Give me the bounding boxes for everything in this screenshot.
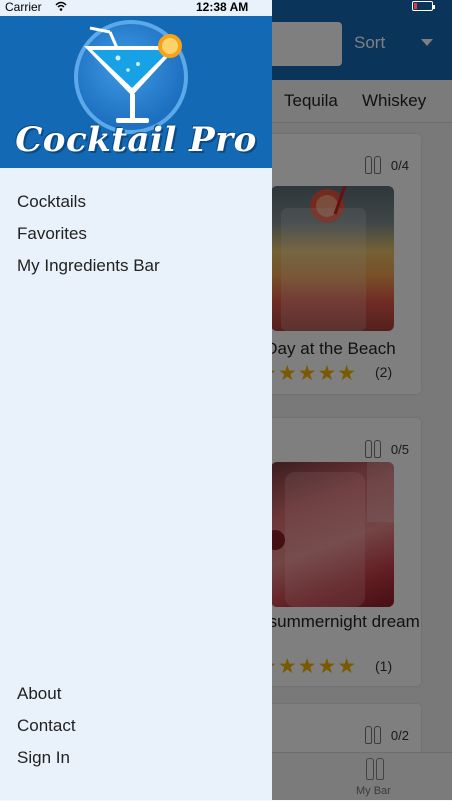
clock: 12:38 AM: [196, 0, 249, 14]
status-bar: Carrier 12:38 AM: [0, 0, 452, 16]
wifi-icon: [55, 1, 67, 11]
menu-item-cocktails[interactable]: Cocktails: [17, 192, 86, 212]
menu-item-contact[interactable]: Contact: [17, 716, 76, 736]
menu-item-about[interactable]: About: [17, 684, 61, 704]
menu-item-sign-in[interactable]: Sign In: [17, 748, 70, 768]
menu-item-my-ingredients-bar[interactable]: My Ingredients Bar: [17, 256, 160, 276]
menu-item-favorites[interactable]: Favorites: [17, 224, 87, 244]
cocktail-glass-logo-icon: [84, 26, 182, 123]
battery-icon: [412, 1, 435, 11]
carrier-label: Carrier: [5, 0, 42, 14]
logo-text: Cocktail Pro: [15, 120, 257, 160]
side-drawer: Cocktail Pro Cocktails Favorites My Ingr…: [0, 0, 272, 800]
drawer-header: Cocktail Pro: [0, 16, 272, 168]
